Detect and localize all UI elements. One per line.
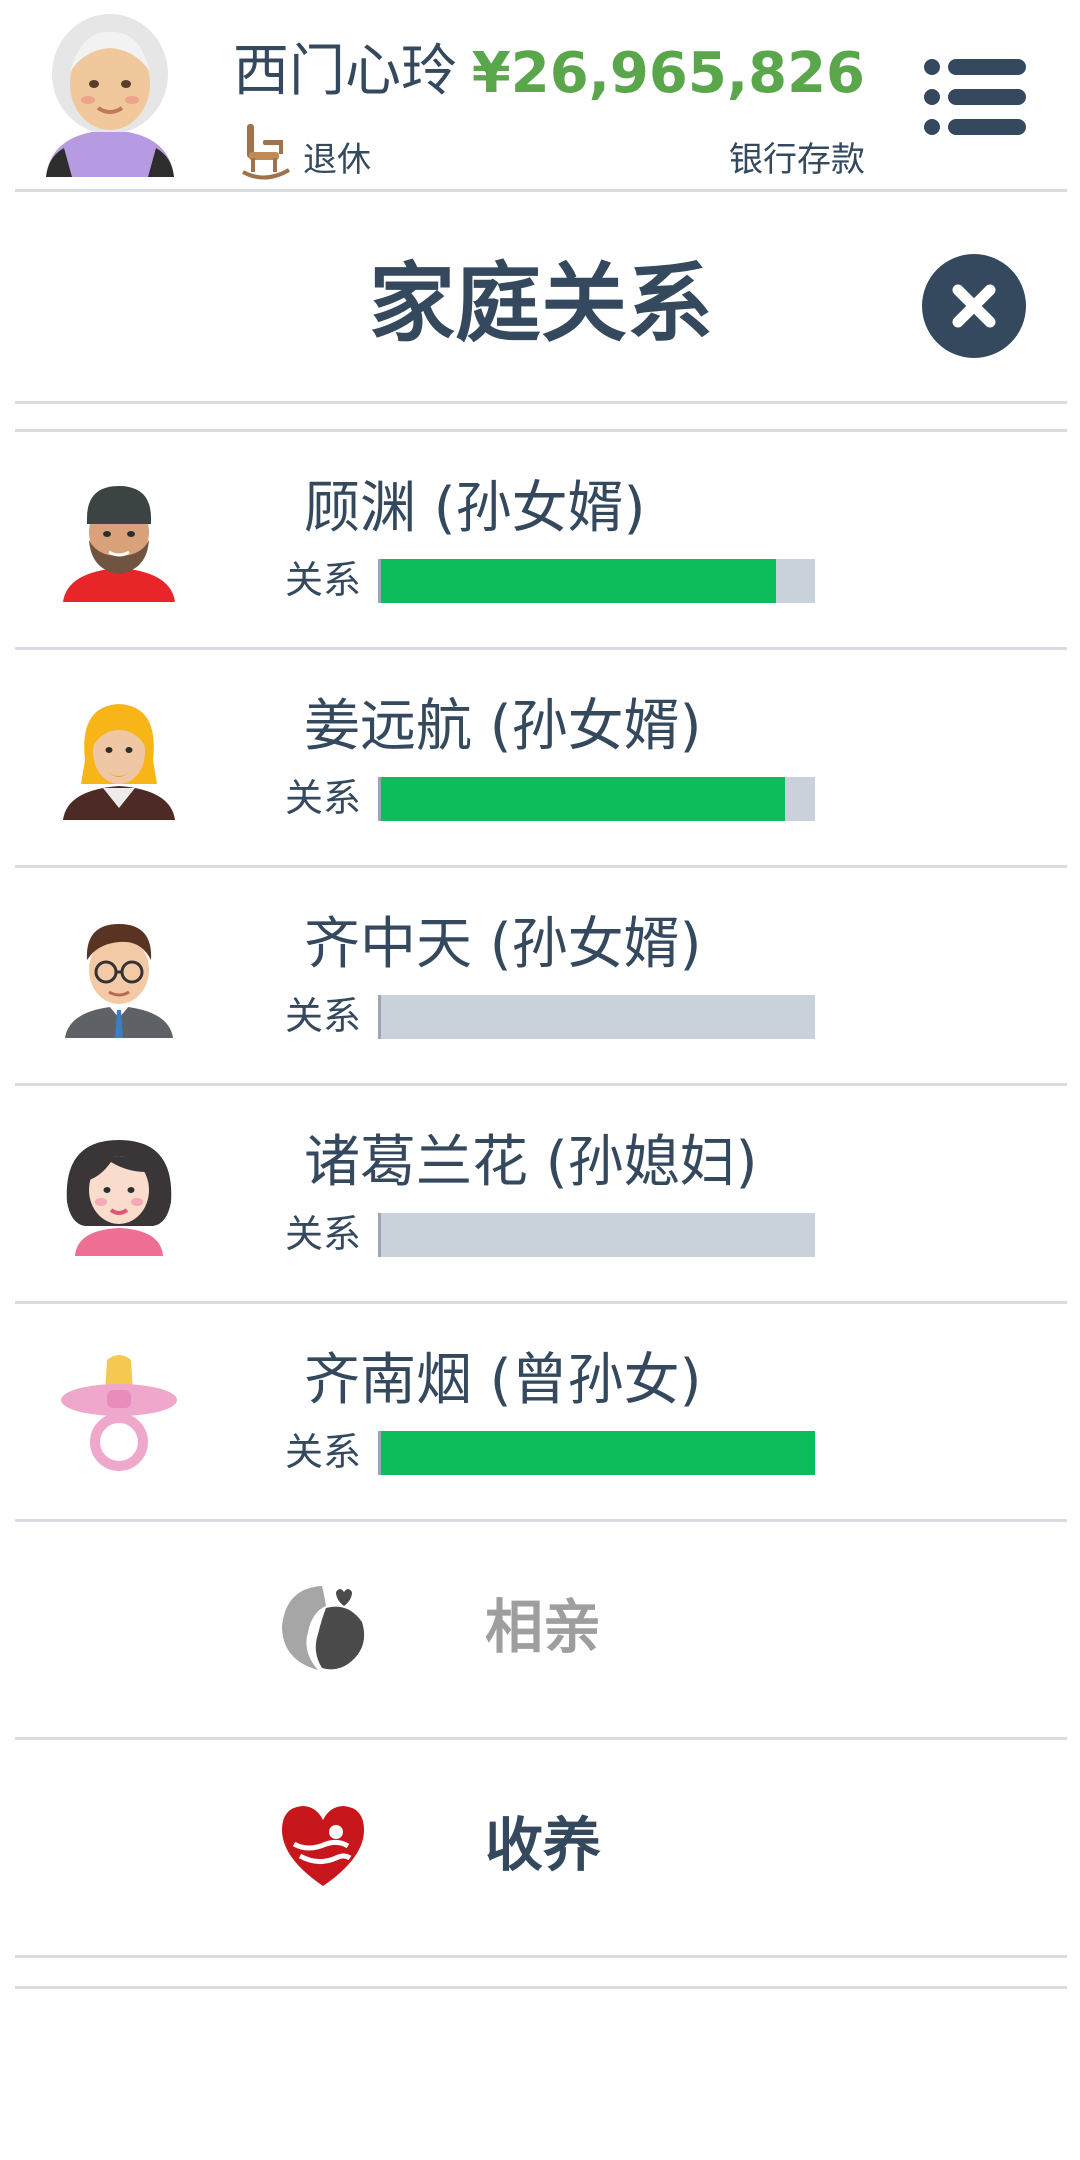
relation-name: 齐中天 (孙女婿) [304, 912, 702, 977]
life-status-label: 退休 [303, 140, 371, 180]
relationship-label: 关系 [285, 1430, 362, 1474]
family-relations-list[interactable]: 关系 顾渊 (孙女婿) 关系 [15, 404, 1067, 2024]
relationship-bar-fill [381, 559, 776, 603]
relationship-label: 关系 [285, 776, 362, 820]
man-with-glasses-avatar-icon [65, 924, 173, 1038]
woman-avatar-icon [66, 1140, 172, 1256]
relationship-bar [378, 1213, 815, 1257]
bearded-man-beanie-avatar-icon [63, 486, 175, 602]
relation-row[interactable]: 齐南烟 (曾孙女) 关系 [15, 1304, 1067, 1522]
close-icon [952, 284, 996, 328]
relationship-bar [378, 559, 815, 603]
bank-balance: ¥26,965,826 [471, 41, 865, 106]
relationship-bar [378, 995, 815, 1039]
relation-name: 齐南烟 (曾孙女) [304, 1348, 702, 1413]
adoption-button[interactable]: 收养 [15, 1740, 1067, 1958]
pacifier-icon [61, 1355, 177, 1471]
blind-date-label: 相亲 [485, 1593, 602, 1661]
relationship-label: 关系 [285, 558, 362, 602]
relation-name: 诸葛兰花 (孙媳妇) [304, 1130, 758, 1195]
elderly-woman-avatar-icon[interactable] [42, 12, 178, 177]
adoption-label: 收养 [485, 1811, 602, 1879]
top-status-bar: 西门心玲 退休 ¥26,965,826 银行存款 [0, 0, 1080, 190]
list-end-divider [15, 1958, 1067, 1989]
close-button[interactable] [922, 254, 1026, 358]
relationship-label: 关系 [285, 1212, 362, 1256]
relationship-bar-fill [381, 1431, 815, 1475]
relation-row[interactable]: 姜远航 (孙女婿) 关系 [15, 650, 1067, 868]
blond-bearded-man-avatar-icon [63, 704, 175, 820]
dating-icon [282, 1586, 365, 1670]
relationship-bar-fill [381, 777, 785, 821]
relation-row[interactable]: 齐中天 (孙女婿) 关系 [15, 868, 1067, 1086]
relationship-bar [378, 777, 815, 821]
bank-balance-label: 银行存款 [729, 140, 865, 180]
relationship-label: 关系 [285, 994, 362, 1038]
relation-row[interactable]: 顾渊 (孙女婿) 关系 [15, 432, 1067, 650]
relation-name: 姜远航 (孙女婿) [304, 694, 702, 759]
page-title-bar: 家庭关系 [15, 192, 1067, 402]
menu-list-icon[interactable] [922, 55, 1026, 139]
blind-date-button[interactable]: 相亲 [15, 1522, 1067, 1740]
relation-row[interactable]: 诸葛兰花 (孙媳妇) 关系 [15, 1086, 1067, 1304]
adoption-heart-icon [282, 1806, 364, 1886]
relation-row[interactable]: 关系 [15, 404, 1067, 432]
page-title: 家庭关系 [369, 254, 713, 354]
rocking-chair-icon [242, 124, 291, 180]
player-name: 西门心玲 [233, 39, 457, 104]
relation-name: 顾渊 (孙女婿) [304, 476, 646, 541]
relationship-bar [378, 1431, 815, 1475]
